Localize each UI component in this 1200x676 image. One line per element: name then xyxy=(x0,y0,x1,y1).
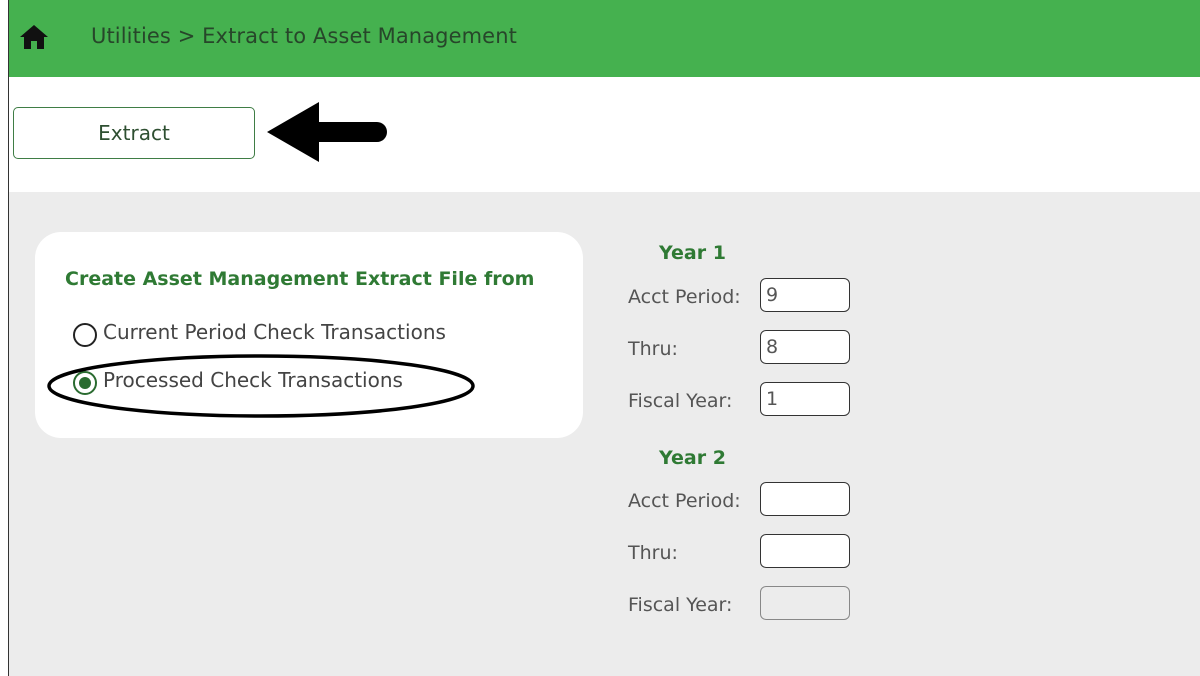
breadcrumb: Utilities > Extract to Asset Management xyxy=(91,24,517,48)
year1-heading: Year 1 xyxy=(659,242,726,264)
year2-fiscal-year-input xyxy=(760,586,850,620)
home-icon[interactable] xyxy=(19,24,49,50)
year1-fiscal-year-input[interactable] xyxy=(760,382,850,416)
year1-thru-label: Thru: xyxy=(628,338,678,360)
year2-thru-input[interactable] xyxy=(760,534,850,568)
year2-fiscal-year-label: Fiscal Year: xyxy=(628,594,733,616)
extract-source-card: Create Asset Management Extract File fro… xyxy=(35,232,583,438)
content-area: Create Asset Management Extract File fro… xyxy=(9,192,1200,676)
year2-acct-period-label: Acct Period: xyxy=(628,490,741,512)
radio-label: Current Period Check Transactions xyxy=(103,320,446,344)
year1-fiscal-year-label: Fiscal Year: xyxy=(628,390,733,412)
app-frame: Utilities > Extract to Asset Management … xyxy=(8,0,1200,676)
header-bar: Utilities > Extract to Asset Management xyxy=(9,0,1200,77)
year1-thru-input[interactable] xyxy=(760,330,850,364)
year1-acct-period-label: Acct Period: xyxy=(628,286,741,308)
year1-acct-period-input[interactable] xyxy=(760,278,850,312)
extract-button[interactable]: Extract xyxy=(13,107,255,159)
year2-heading: Year 2 xyxy=(659,447,726,469)
radio-button-icon[interactable] xyxy=(73,323,97,347)
radio-dot-icon xyxy=(79,377,91,389)
year2-thru-label: Thru: xyxy=(628,542,678,564)
radio-button-checked-icon[interactable] xyxy=(73,371,97,395)
radio-label: Processed Check Transactions xyxy=(103,368,403,392)
toolbar: Extract xyxy=(9,77,1200,192)
card-title: Create Asset Management Extract File fro… xyxy=(65,268,535,290)
pointer-arrow-icon xyxy=(267,102,387,162)
year2-acct-period-input[interactable] xyxy=(760,482,850,516)
